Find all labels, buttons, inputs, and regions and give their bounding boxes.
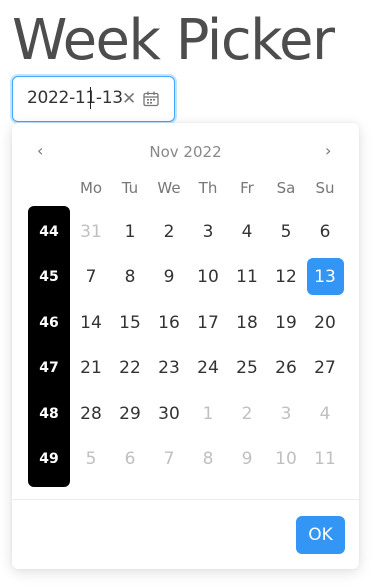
close-icon[interactable]: ✕ [122, 88, 136, 110]
day-cell[interactable]: 29 [110, 403, 150, 425]
day-cell[interactable]: 26 [266, 357, 306, 379]
weekday-label: We [157, 179, 181, 197]
day-cell[interactable]: 11 [305, 448, 345, 470]
weekday-label: Th [198, 179, 218, 197]
day-cell[interactable]: 10 [188, 266, 228, 288]
day-cell[interactable]: 18 [227, 312, 267, 334]
day-cell[interactable]: 28 [71, 403, 111, 425]
day-cell[interactable]: 17 [188, 312, 228, 334]
day-cell[interactable]: 11 [227, 266, 267, 288]
week-number-column: 44 45 46 47 48 49 [28, 206, 70, 487]
week-picker-input[interactable]: 2022-11-13 ✕ [12, 76, 175, 122]
weekday-label: Su [315, 179, 335, 197]
page-title: Week Picker [12, 8, 335, 73]
day-cell[interactable]: 23 [149, 357, 189, 379]
day-cell[interactable]: 6 [305, 221, 345, 243]
day-cell[interactable]: 5 [266, 221, 306, 243]
day-cell[interactable]: 30 [149, 403, 189, 425]
day-cell[interactable]: 1 [188, 403, 228, 425]
week-number[interactable]: 47 [28, 358, 70, 378]
selected-day-cell[interactable]: 13 [305, 266, 345, 288]
footer-divider [12, 499, 359, 500]
day-cell[interactable]: 10 [266, 448, 306, 470]
day-cell[interactable]: 3 [266, 403, 306, 425]
day-cell[interactable]: 14 [71, 312, 111, 334]
week-number[interactable]: 48 [28, 404, 70, 424]
day-cell[interactable]: 8 [110, 266, 150, 288]
week-number[interactable]: 49 [28, 449, 70, 469]
day-cell[interactable]: 1 [110, 221, 150, 243]
day-cell[interactable]: 4 [305, 403, 345, 425]
text-cursor [90, 87, 91, 109]
day-cell[interactable]: 27 [305, 357, 345, 379]
weekday-label: Tu [121, 179, 139, 197]
day-cell[interactable]: 2 [227, 403, 267, 425]
day-cell[interactable]: 4 [227, 221, 267, 243]
day-cell[interactable]: 12 [266, 266, 306, 288]
weekday-label: Mo [79, 179, 103, 197]
next-month-button[interactable]: › [325, 141, 331, 161]
day-cell[interactable]: 7 [71, 266, 111, 288]
day-cell[interactable]: 2 [149, 221, 189, 243]
week-number[interactable]: 45 [28, 267, 70, 287]
day-cell[interactable]: 5 [71, 448, 111, 470]
day-cell[interactable]: 25 [227, 357, 267, 379]
day-cell[interactable]: 31 [71, 221, 111, 243]
week-number[interactable]: 44 [28, 222, 70, 242]
day-cell[interactable]: 16 [149, 312, 189, 334]
day-cell[interactable]: 7 [149, 448, 189, 470]
day-cell[interactable]: 22 [110, 357, 150, 379]
weekday-label: Sa [276, 179, 296, 197]
day-cell[interactable]: 19 [266, 312, 306, 334]
weekday-label: Fr [240, 179, 254, 197]
day-cell[interactable]: 24 [188, 357, 228, 379]
day-cell[interactable]: 15 [110, 312, 150, 334]
week-number[interactable]: 46 [28, 313, 70, 333]
day-cell[interactable]: 9 [227, 448, 267, 470]
ok-button[interactable]: OK [296, 516, 345, 554]
month-label[interactable]: Nov 2022 [12, 142, 359, 162]
calendar-dropdown: ‹ Nov 2022 › Mo Tu We Th Fr Sa Su 44 45 46 47 48 49… [12, 123, 359, 569]
day-cell[interactable]: 21 [71, 357, 111, 379]
date-value[interactable]: 2022-11-13 [27, 88, 123, 108]
day-cell[interactable]: 6 [110, 448, 150, 470]
day-cell[interactable]: 20 [305, 312, 345, 334]
day-cell[interactable]: 8 [188, 448, 228, 470]
calendar-icon[interactable] [142, 90, 160, 108]
day-cell[interactable]: 3 [188, 221, 228, 243]
day-cell[interactable]: 9 [149, 266, 189, 288]
